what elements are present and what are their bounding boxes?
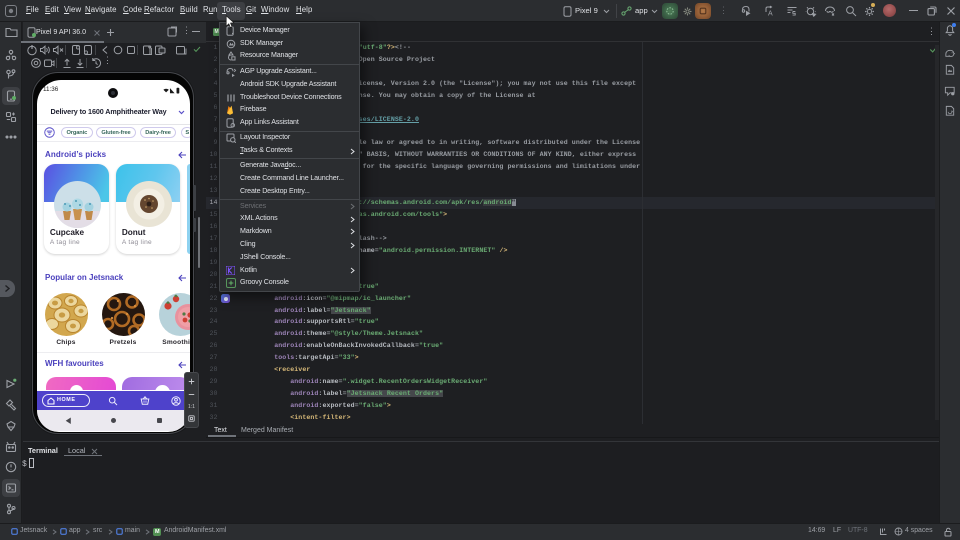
svg-text:A: A [768,11,773,18]
